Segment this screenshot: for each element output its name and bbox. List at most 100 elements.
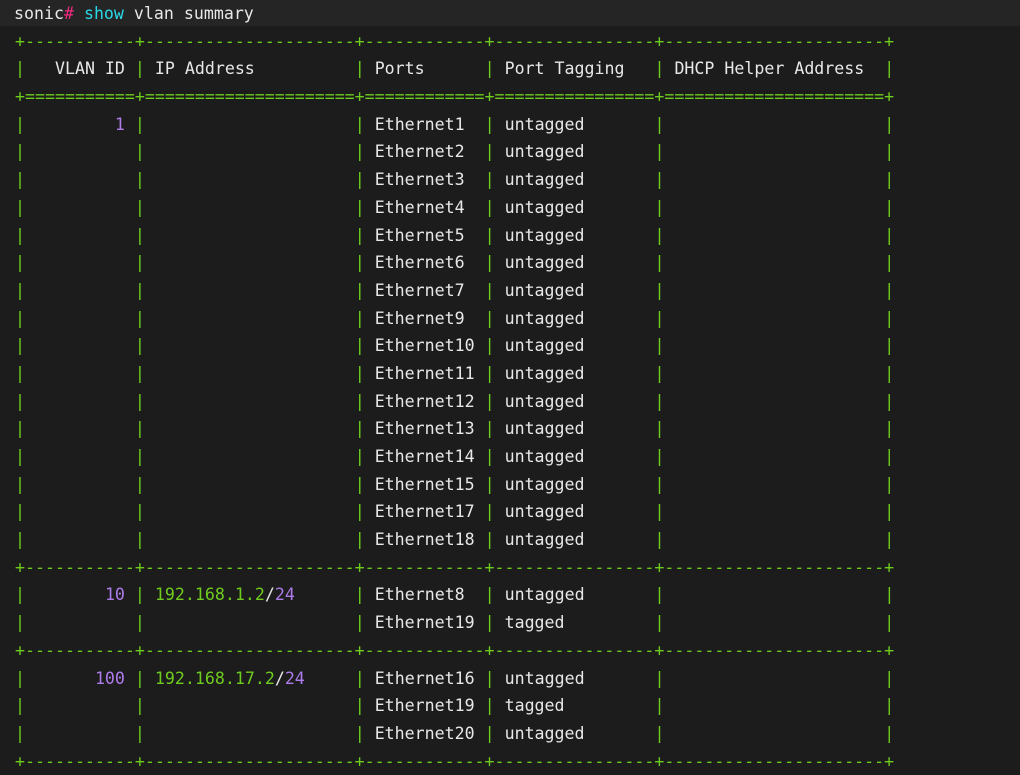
port-value: Ethernet11 bbox=[364, 363, 485, 383]
port-value: Ethernet13 bbox=[364, 419, 485, 439]
table-border-vertical: | bbox=[15, 585, 25, 605]
table-border-vertical: | bbox=[134, 253, 145, 273]
table-row: | | | Ethernet7 | untagged | | bbox=[0, 277, 1020, 305]
dhcp-helper-value bbox=[664, 419, 884, 438]
table-border-vertical: | bbox=[484, 336, 495, 356]
table-border-vertical: | bbox=[884, 225, 895, 245]
table-border-vertical: | bbox=[484, 585, 495, 605]
table-border-vertical: | bbox=[884, 391, 895, 411]
column-header: VLAN ID bbox=[25, 59, 135, 79]
table-border-vertical: | bbox=[484, 419, 495, 439]
table-border-vertical: | bbox=[484, 253, 495, 273]
port-tagging-value: untagged bbox=[494, 585, 655, 605]
port-value: Ethernet4 bbox=[364, 197, 485, 217]
port-tagging-value: untagged bbox=[494, 280, 655, 300]
ip-prefix-value: 24 bbox=[274, 585, 295, 605]
table-row: | | | Ethernet14 | untagged | | bbox=[0, 443, 1020, 471]
table-row: | | | Ethernet10 | untagged | | bbox=[0, 332, 1020, 360]
column-header: Port Tagging bbox=[494, 59, 655, 79]
table-border-vertical: | bbox=[884, 419, 895, 439]
port-tagging-value: untagged bbox=[494, 336, 655, 356]
table-header-row: | VLAN ID | IP Address | Ports | Port Ta… bbox=[0, 55, 1020, 83]
table-border-vertical: | bbox=[354, 668, 365, 688]
dhcp-helper-value bbox=[664, 253, 884, 272]
port-tagging-value: untagged bbox=[494, 419, 655, 439]
port-value: Ethernet12 bbox=[364, 391, 485, 411]
table-border-vertical: | bbox=[134, 696, 145, 716]
table-border-vertical: | bbox=[484, 696, 495, 716]
table-border-vertical: | bbox=[354, 253, 365, 273]
port-tagging-value: untagged bbox=[494, 723, 655, 743]
table-border-vertical: | bbox=[354, 696, 365, 716]
table-border-vertical: | bbox=[15, 225, 25, 245]
table-border-vertical: | bbox=[134, 363, 145, 383]
port-tagging-value: untagged bbox=[494, 363, 655, 383]
port-value: Ethernet7 bbox=[364, 280, 485, 300]
dhcp-helper-value bbox=[664, 475, 884, 494]
table-border-vertical: | bbox=[884, 723, 895, 743]
table-border-vertical: | bbox=[484, 723, 495, 743]
ip-prefix-slash: / bbox=[274, 668, 285, 688]
port-value: Ethernet3 bbox=[364, 170, 485, 190]
port-value: Ethernet1 bbox=[364, 114, 485, 134]
table-border-vertical: | bbox=[15, 391, 25, 411]
table-group-separator: +-----------+---------------------+-----… bbox=[0, 554, 1020, 582]
port-tagging-value: tagged bbox=[494, 696, 655, 716]
table-border-vertical: | bbox=[484, 474, 495, 494]
table-row: | | | Ethernet19 | tagged | | bbox=[0, 692, 1020, 720]
table-border-vertical: | bbox=[15, 142, 25, 162]
table-border-vertical: | bbox=[134, 280, 145, 300]
port-tagging-value: untagged bbox=[494, 668, 655, 688]
table-row: | | | Ethernet9 | untagged | | bbox=[0, 305, 1020, 333]
table-border-vertical: | bbox=[484, 530, 495, 550]
table-row: | | | Ethernet15 | untagged | | bbox=[0, 471, 1020, 499]
table-border-vertical: | bbox=[884, 585, 895, 605]
table-border-vertical: | bbox=[884, 474, 895, 494]
command-prompt-line: sonic# show vlan summary bbox=[0, 0, 1020, 28]
port-tagging-value: untagged bbox=[494, 114, 655, 134]
table-border-vertical: | bbox=[15, 447, 25, 466]
table-border-vertical: | bbox=[15, 253, 25, 273]
table-border-vertical: | bbox=[15, 502, 25, 522]
table-row: | 100 | 192.168.17.2/24 | Ethernet16 | u… bbox=[0, 665, 1020, 693]
dhcp-helper-value bbox=[664, 696, 884, 715]
table-border-vertical: | bbox=[654, 696, 665, 716]
table-border-vertical: | bbox=[134, 59, 145, 79]
table-border-vertical: | bbox=[654, 668, 665, 688]
port-value: Ethernet2 bbox=[364, 142, 485, 162]
command-keyword: show bbox=[83, 4, 124, 23]
table-border-vertical: | bbox=[15, 723, 25, 743]
vlan-id-value: 10 bbox=[104, 585, 125, 605]
port-tagging-value: untagged bbox=[494, 474, 655, 494]
table-border-vertical: | bbox=[354, 225, 365, 245]
table-border-vertical: | bbox=[354, 474, 365, 494]
table-border-vertical: | bbox=[654, 170, 665, 190]
terminal-screen[interactable]: sonic# show vlan summary +-----------+---… bbox=[0, 0, 1020, 775]
table-border-vertical: | bbox=[884, 613, 895, 633]
table-border-vertical: | bbox=[484, 197, 495, 217]
table-border-vertical: | bbox=[654, 142, 665, 162]
table-border-vertical: | bbox=[354, 280, 365, 300]
table-border-vertical: | bbox=[484, 447, 495, 466]
table-border-vertical: | bbox=[484, 613, 495, 633]
table-border-vertical: | bbox=[134, 447, 145, 466]
table-border-vertical: | bbox=[654, 447, 665, 466]
dhcp-helper-value bbox=[664, 281, 884, 300]
table-top-border: +-----------+---------------------+-----… bbox=[0, 28, 1020, 56]
port-tagging-value: untagged bbox=[494, 391, 655, 411]
table-row: | | | Ethernet17 | untagged | | bbox=[0, 498, 1020, 526]
port-value: Ethernet20 bbox=[364, 723, 485, 743]
table-border-vertical: | bbox=[484, 142, 495, 162]
terminal-window[interactable]: sonic# show vlan summary +-----------+---… bbox=[0, 0, 1020, 774]
port-tagging-value: untagged bbox=[494, 170, 655, 190]
table-row: | | | Ethernet19 | tagged | | bbox=[0, 609, 1020, 637]
port-value: Ethernet16 bbox=[364, 668, 485, 688]
table-border-vertical: | bbox=[15, 696, 25, 716]
port-value: Ethernet5 bbox=[364, 225, 485, 245]
table-border-vertical: | bbox=[354, 114, 365, 134]
table-border-vertical: | bbox=[654, 391, 665, 411]
port-value: Ethernet8 bbox=[364, 585, 485, 605]
table-border-vertical: | bbox=[15, 336, 25, 356]
dhcp-helper-value bbox=[664, 392, 884, 411]
table-border-vertical: | bbox=[654, 502, 665, 522]
